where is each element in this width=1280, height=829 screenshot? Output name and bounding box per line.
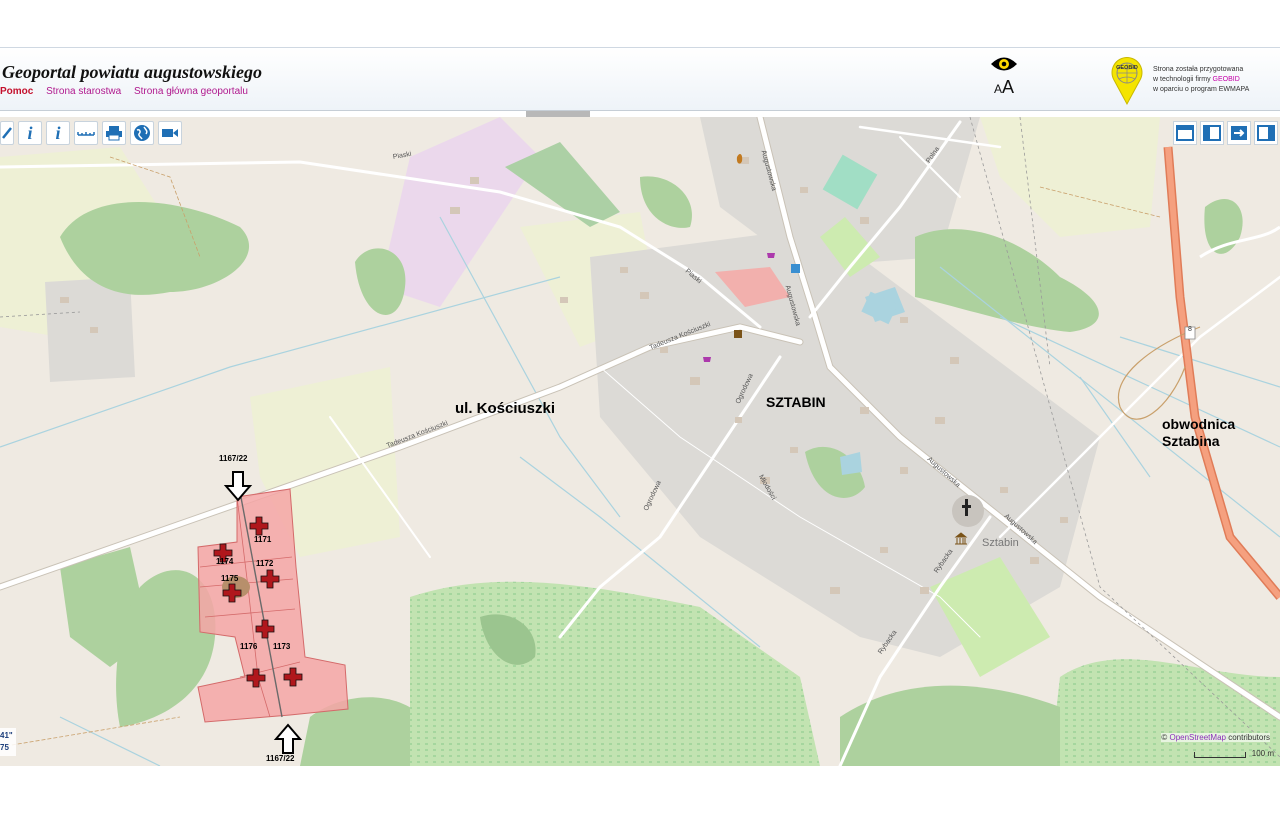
road-number-label: 8	[1188, 326, 1192, 333]
measure-icon[interactable]	[74, 121, 98, 145]
geobid-credit-line1: Strona została przygotowana	[1153, 66, 1244, 73]
layout-toolbar	[1170, 121, 1278, 145]
nav-link-help[interactable]: Pomoc	[0, 86, 33, 97]
map-toolbar: i i	[0, 121, 186, 147]
town-label: SZTABIN	[766, 394, 826, 410]
print-icon[interactable]	[102, 121, 126, 145]
video-icon[interactable]	[158, 121, 182, 145]
layout-right-icon[interactable]	[1254, 121, 1278, 145]
geobid-credit-line3: w oparciu o program EWMAPA	[1153, 86, 1250, 93]
coordinate-line-1: 41"	[0, 731, 13, 740]
top-nav: Pomoc Strona starostwa Strona główna geo…	[0, 86, 258, 97]
map-canvas	[0, 117, 1280, 766]
openstreetmap-link[interactable]: OpenStreetMap	[1169, 733, 1225, 742]
font-size-toggle[interactable]: AA	[988, 77, 1020, 98]
geobid-brand-link[interactable]: GEOBID	[1213, 76, 1240, 83]
font-size-small-label: A	[993, 82, 1002, 96]
site-title: Geoportal powiatu augustowskiego	[2, 62, 263, 82]
scale-label: 100 m	[1251, 749, 1274, 758]
plot-number: 1175	[221, 574, 239, 583]
font-size-large-label: A	[1002, 77, 1015, 97]
plot-number: 1172	[256, 559, 274, 568]
scale-bar-line	[1193, 752, 1246, 758]
plot-number: 1176	[240, 642, 258, 651]
geobid-credit-line2: w technologii firmy GEOBID	[1153, 75, 1249, 85]
coordinate-readout: 41" 75	[0, 728, 16, 756]
bypass-label-line2: Sztabina	[1162, 433, 1220, 449]
plot-label-top: 1167/22	[219, 454, 248, 463]
bypass-label-line1: obwodnica	[1162, 416, 1236, 432]
plot-number: 1171	[254, 535, 272, 544]
street-annotation: ul. Kościuszki	[455, 400, 556, 417]
coordinate-line-2: 75	[0, 743, 9, 752]
info-select-icon[interactable]: i	[46, 121, 70, 145]
eye-icon[interactable]	[989, 54, 1019, 74]
page-footer	[0, 766, 1280, 829]
info-icon[interactable]: i	[18, 121, 42, 145]
place-label: Sztabin	[982, 537, 1019, 549]
geobid-logo-text: GEOBID	[1116, 65, 1138, 71]
accessibility-controls: AA	[988, 54, 1020, 104]
scale-bar: 100 m	[1193, 749, 1274, 758]
copyright-symbol: ©	[1161, 733, 1168, 742]
map-view[interactable]: ul. Kościuszki SZTABIN obwodnica Sztabin…	[0, 117, 1280, 766]
plot-label-bottom: 1167/22	[266, 754, 295, 763]
plot-number: 1173	[273, 642, 291, 651]
layout-left-icon[interactable]	[1200, 121, 1224, 145]
geobid-credit: Strona została przygotowana w technologi…	[1153, 65, 1249, 95]
header-bar: Geoportal powiatu augustowskiego Pomoc S…	[0, 47, 1280, 111]
plot-number: 1174	[216, 557, 234, 566]
nav-link-starostwo[interactable]: Strona starostwa	[46, 86, 121, 97]
layout-top-icon[interactable]	[1173, 121, 1197, 145]
attribution-suffix: contributors	[1225, 733, 1270, 742]
link-icon[interactable]	[0, 121, 14, 145]
geobid-credit-prefix: w technologii firmy	[1153, 76, 1211, 83]
globe-icon[interactable]	[130, 121, 154, 145]
geobid-logo-icon: GEOBID	[1111, 57, 1143, 106]
nav-link-geoportal-home[interactable]: Strona główna geoportalu	[134, 86, 248, 97]
info-glyph: i	[27, 122, 33, 143]
info-select-glyph: i	[55, 122, 61, 143]
map-attribution: © OpenStreetMap contributors	[1161, 733, 1270, 742]
layout-export-icon[interactable]	[1227, 121, 1251, 145]
